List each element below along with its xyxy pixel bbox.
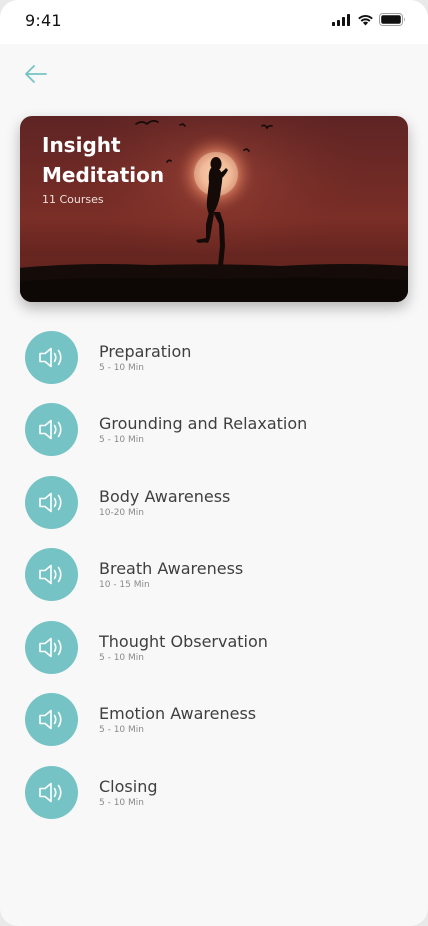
speaker-icon — [39, 637, 62, 658]
audio-play-button[interactable] — [25, 548, 78, 601]
audio-play-button[interactable] — [25, 403, 78, 456]
status-icons — [332, 13, 406, 26]
speaker-icon — [39, 419, 62, 440]
course-title: Grounding and Relaxation — [99, 414, 308, 433]
signal-icon — [332, 13, 350, 26]
course-duration: 5 - 10 Min — [99, 363, 144, 373]
course-item-thought-observation[interactable]: Thought Observation 5 - 10 Min — [25, 621, 405, 674]
course-duration: 10-20 Min — [99, 508, 144, 518]
speaker-icon — [39, 347, 62, 368]
status-time: 9:41 — [25, 11, 62, 30]
speaker-icon — [39, 782, 62, 803]
wifi-icon — [358, 14, 373, 25]
audio-play-button[interactable] — [25, 331, 78, 384]
course-title: Preparation — [99, 342, 192, 361]
audio-play-button[interactable] — [25, 621, 78, 674]
status-bar: 9:41 — [0, 0, 428, 44]
course-title: Breath Awareness — [99, 559, 244, 578]
course-duration: 5 - 10 Min — [99, 435, 144, 445]
speaker-icon — [39, 492, 62, 513]
phone-screen: 9:41 Insight Meditation 11 Courses Prepa… — [0, 0, 428, 926]
audio-play-button[interactable] — [25, 476, 78, 529]
hero-title: Insight Meditation — [42, 133, 165, 187]
audio-play-button[interactable] — [25, 766, 78, 819]
speaker-icon — [39, 709, 62, 730]
course-item-body-awareness[interactable]: Body Awareness 10-20 Min — [25, 476, 405, 529]
course-item-breath-awareness[interactable]: Breath Awareness 10 - 15 Min — [25, 548, 405, 601]
course-title: Body Awareness — [99, 487, 231, 506]
course-title: Thought Observation — [99, 632, 268, 651]
course-title: Closing — [99, 777, 158, 796]
hero-subtitle: 11 Courses — [42, 193, 104, 206]
speaker-icon — [39, 564, 62, 585]
battery-icon — [379, 13, 405, 26]
course-duration: 10 - 15 Min — [99, 580, 150, 590]
hero-banner[interactable]: Insight Meditation 11 Courses — [20, 116, 408, 302]
course-duration: 5 - 10 Min — [99, 798, 144, 808]
course-item-preparation[interactable]: Preparation 5 - 10 Min — [25, 331, 405, 384]
course-item-closing[interactable]: Closing 5 - 10 Min — [25, 766, 405, 819]
arrow-left-icon — [25, 65, 47, 83]
back-button[interactable] — [22, 60, 50, 88]
course-item-grounding[interactable]: Grounding and Relaxation 5 - 10 Min — [25, 403, 405, 456]
audio-play-button[interactable] — [25, 693, 78, 746]
course-duration: 5 - 10 Min — [99, 725, 144, 735]
course-duration: 5 - 10 Min — [99, 653, 144, 663]
course-item-emotion-awareness[interactable]: Emotion Awareness 5 - 10 Min — [25, 693, 405, 746]
course-title: Emotion Awareness — [99, 704, 257, 723]
